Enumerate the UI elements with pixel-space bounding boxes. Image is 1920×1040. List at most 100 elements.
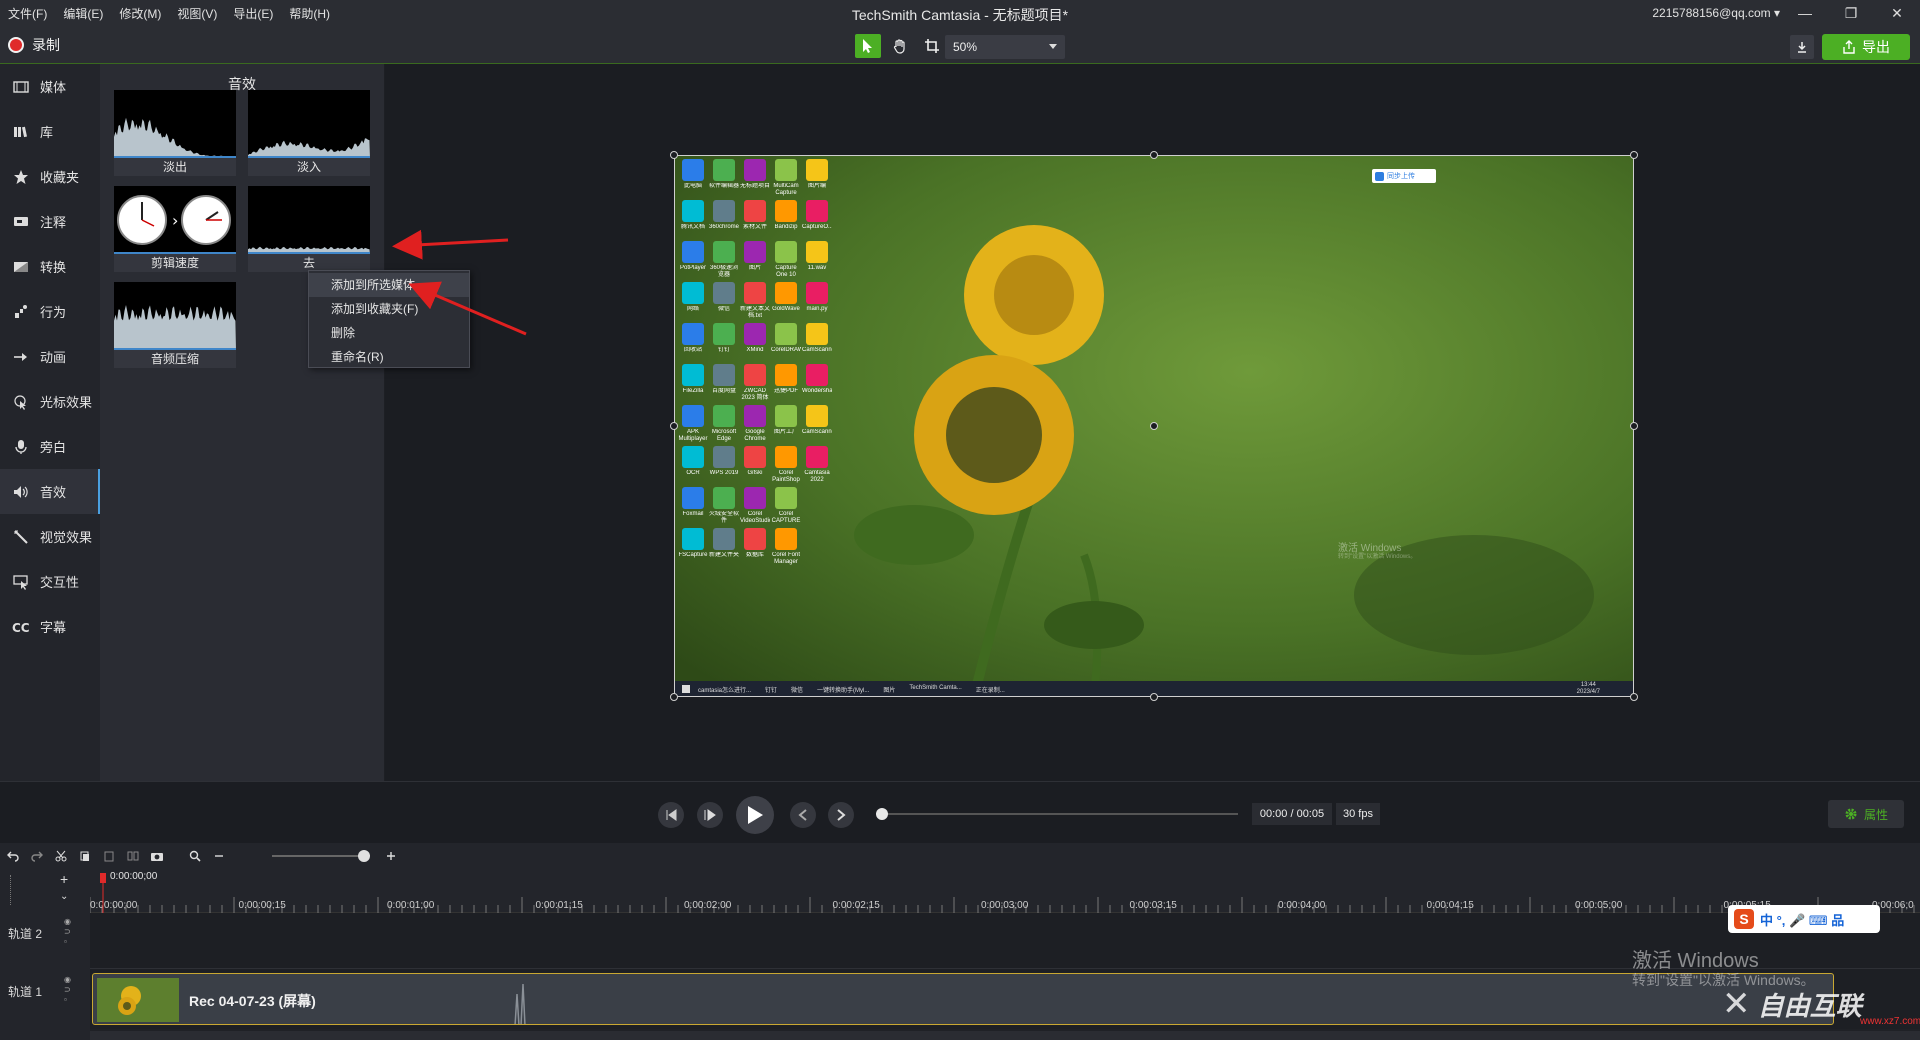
- copy-icon[interactable]: [74, 845, 96, 867]
- app-icon: [775, 241, 797, 263]
- ctx-add-to-favorites[interactable]: 添加到收藏夹(F): [309, 297, 469, 321]
- sidebar-item-cc[interactable]: CC 字幕: [0, 604, 100, 649]
- desktop-icon-label: CamScanner: [802, 429, 832, 435]
- download-button[interactable]: [1790, 35, 1814, 59]
- sidebar-item-microphone[interactable]: 旁白: [0, 424, 100, 469]
- crop-tool-icon[interactable]: [919, 34, 945, 58]
- ctx-delete[interactable]: 删除: [309, 321, 469, 345]
- zoom-out-icon[interactable]: [208, 845, 230, 867]
- resize-handle[interactable]: [670, 422, 678, 430]
- sidebar-item-wand[interactable]: 视觉效果: [0, 514, 100, 559]
- track-resize-icon[interactable]: [10, 875, 20, 905]
- desktop-icon: Camtasia 2022: [802, 446, 832, 486]
- previous-button[interactable]: [790, 802, 816, 828]
- zoom-in-icon[interactable]: [380, 845, 402, 867]
- scrub-bar[interactable]: [882, 813, 1238, 815]
- menu-view[interactable]: 视图(V): [177, 5, 217, 22]
- track-2-header[interactable]: 轨道 2 ◉ ⊃ ▫: [0, 917, 90, 946]
- resize-handle[interactable]: [1630, 422, 1638, 430]
- undo-icon[interactable]: [2, 845, 24, 867]
- next-button[interactable]: [828, 802, 854, 828]
- export-button[interactable]: 导出: [1822, 34, 1910, 60]
- track-2-controls-icon[interactable]: ◉ ⊃ ▫: [64, 917, 71, 947]
- ctx-rename[interactable]: 重命名(R): [309, 345, 469, 369]
- sidebar-item-film[interactable]: 媒体: [0, 64, 100, 109]
- frame-step-button[interactable]: [697, 802, 723, 828]
- desktop-icon: [802, 487, 832, 527]
- resize-handle[interactable]: [670, 693, 678, 701]
- chevron-left-icon: [798, 809, 807, 821]
- media-clip[interactable]: Rec 04-07-23 (屏幕): [92, 973, 1834, 1025]
- app-icon: [744, 282, 766, 304]
- chevron-down-icon[interactable]: ⌄: [60, 891, 68, 902]
- resize-handle[interactable]: [1630, 693, 1638, 701]
- menu-file[interactable]: 文件(F): [8, 5, 47, 22]
- audio-effects-panel: 音效 淡出 淡入 › 剪辑速度 去 音频压缩: [100, 64, 384, 781]
- effect-tile-audio-compression[interactable]: 音频压缩: [114, 282, 236, 368]
- zoom-magnifier-icon[interactable]: [184, 845, 206, 867]
- time-display: 00:00 / 00:05: [1252, 803, 1332, 825]
- desktop-icon: OCR: [678, 446, 708, 486]
- effect-tile-noise-removal[interactable]: 去: [248, 186, 370, 272]
- properties-button[interactable]: 属性: [1828, 800, 1904, 828]
- taskbar-item: 一键转换助手(Myl...: [817, 687, 870, 694]
- timeline-scrollbar[interactable]: [90, 1031, 1920, 1040]
- desktop-icon-label: Google Chrome: [744, 429, 766, 442]
- track-1-controls-icon[interactable]: ◉ ⊃ ▫: [64, 975, 71, 1005]
- sidebar-item-behavior[interactable]: 行为: [0, 289, 100, 334]
- cut-icon[interactable]: [50, 845, 72, 867]
- menu-edit[interactable]: 编辑(E): [63, 5, 103, 22]
- taskbar-date: 2023/4/7: [1576, 689, 1600, 695]
- time-ruler[interactable]: 0:00:00;00 0:00:00;15 0:00:01;00 0:00:01;15…: [90, 869, 1920, 913]
- step-back-button[interactable]: [658, 802, 684, 828]
- sidebar-item-cursor-effect[interactable]: 光标效果: [0, 379, 100, 424]
- minimize-icon[interactable]: —: [1782, 0, 1828, 26]
- ctx-add-to-selected-media[interactable]: 添加到所选媒体: [309, 273, 469, 297]
- play-button[interactable]: [736, 796, 774, 834]
- timeline-zoom-handle[interactable]: [358, 850, 370, 862]
- sidebar-item-speaker[interactable]: 音效: [0, 469, 100, 514]
- scrub-handle[interactable]: [876, 808, 888, 820]
- pan-tool-icon[interactable]: [887, 34, 913, 58]
- resize-handle[interactable]: [670, 151, 678, 159]
- audio-spike: [514, 983, 526, 1024]
- sidebar-item-annotation[interactable]: 注释: [0, 199, 100, 244]
- menu-help[interactable]: 帮助(H): [289, 5, 330, 22]
- paste-icon[interactable]: [98, 845, 120, 867]
- resize-handle[interactable]: [1630, 151, 1638, 159]
- resize-handle[interactable]: [1150, 693, 1158, 701]
- app-icon: [775, 364, 797, 386]
- track-1-header[interactable]: 轨道 1 ◉ ⊃ ▫: [0, 975, 90, 1004]
- sidebar-item-library[interactable]: 库: [0, 109, 100, 154]
- account-menu[interactable]: 2215788156@qq.com ▾: [1652, 6, 1780, 20]
- desktop-icon-label: FSCapture: [678, 552, 708, 558]
- select-tool-icon[interactable]: [855, 34, 881, 58]
- ime-toolbar[interactable]: S 中 °, 🎤 ⌨ 品: [1728, 905, 1880, 933]
- effect-tile-fade-out[interactable]: 淡出: [114, 90, 236, 176]
- resize-handle[interactable]: [1150, 422, 1158, 430]
- camera-icon[interactable]: [146, 845, 168, 867]
- taskbar-item: 钉钉: [765, 687, 778, 694]
- record-button[interactable]: 录制: [8, 35, 60, 55]
- sidebar-item-animation[interactable]: 动画: [0, 334, 100, 379]
- redo-icon[interactable]: [26, 845, 48, 867]
- sidebar-item-star[interactable]: 收藏夹: [0, 154, 100, 199]
- menu-modify[interactable]: 修改(M): [119, 5, 161, 22]
- restore-icon[interactable]: ❐: [1828, 0, 1874, 26]
- menu-export[interactable]: 导出(E): [233, 5, 273, 22]
- add-track-icon[interactable]: +: [60, 871, 68, 887]
- close-icon[interactable]: ✕: [1874, 0, 1920, 26]
- chevron-right-icon: [837, 809, 846, 821]
- desktop-icon: 图片编: [802, 159, 832, 199]
- app-icon: [744, 364, 766, 386]
- app-icon: [713, 487, 735, 509]
- desktop-icon: Wondershare: [802, 364, 832, 404]
- effect-tile-clip-speed[interactable]: › 剪辑速度: [114, 186, 236, 272]
- sidebar-item-interactive[interactable]: 交互性: [0, 559, 100, 604]
- resize-handle[interactable]: [1150, 151, 1158, 159]
- split-icon[interactable]: [122, 845, 144, 867]
- sidebar-item-transition[interactable]: 转换: [0, 244, 100, 289]
- zoom-select[interactable]: 50%: [945, 35, 1065, 59]
- timeline-zoom-slider[interactable]: [272, 855, 368, 857]
- effect-tile-fade-in[interactable]: 淡入: [248, 90, 370, 176]
